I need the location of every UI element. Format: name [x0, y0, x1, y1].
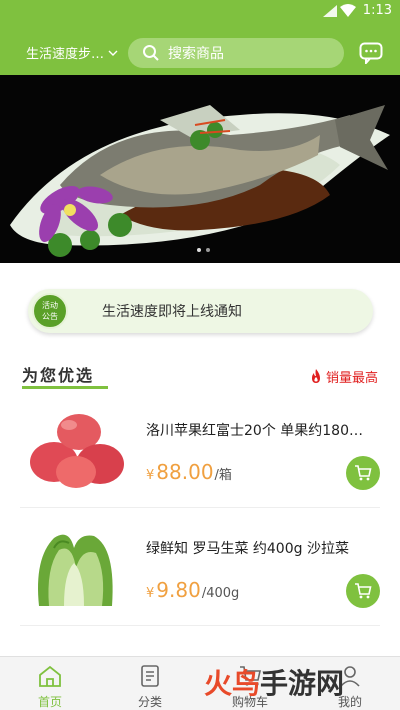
apple-image [24, 410, 128, 490]
pager-dot [197, 248, 201, 252]
watermark-part1: 火鸟 [204, 667, 261, 700]
section-underline [22, 386, 108, 389]
watermark-logo: 火鸟 手游网 [204, 662, 344, 702]
fire-icon [311, 369, 320, 383]
price-value: 88.00 [156, 460, 214, 484]
cart-icon [355, 583, 372, 599]
search-input[interactable]: 搜索商品 [128, 38, 344, 68]
hot-sales-text: 销量最高 [325, 371, 378, 386]
currency-symbol: ¥ [146, 468, 155, 483]
search-icon [143, 45, 159, 61]
tab-category[interactable]: 分类 [100, 657, 200, 710]
banner-pager [197, 248, 210, 252]
badge-line2: 公告 [42, 312, 58, 321]
signal-icon [323, 5, 337, 17]
cart-icon [355, 465, 372, 481]
notice-badge: 活动 公告 [32, 293, 68, 329]
watermark-part2: 手游网 [260, 667, 345, 700]
add-to-cart-button[interactable] [346, 456, 380, 490]
status-time: 1:13 [362, 3, 392, 18]
product-item[interactable]: 绿鲜知 罗马生菜 约400g 沙拉菜 ¥ 9.80 /400g [20, 508, 380, 626]
product-item[interactable]: 洛川苹果红富士20个 单果约180~… ¥ 88.00 /箱 [20, 390, 380, 508]
badge-line1: 活动 [42, 301, 58, 310]
price-unit: /400g [201, 586, 240, 601]
row-divider [20, 625, 380, 626]
chevron-down-icon [108, 50, 118, 56]
product-name: 洛川苹果红富士20个 单果约180~… [146, 423, 374, 439]
location-label: 生活速度步… [26, 47, 105, 62]
category-icon [141, 665, 159, 687]
notice-bar[interactable]: 活动 公告 生活速度即将上线通知 [28, 289, 373, 333]
hot-sales-label[interactable]: 销量最高 [310, 367, 378, 386]
pager-dot [206, 248, 210, 252]
section-title: 为您优选 [22, 366, 95, 385]
product-price: ¥ 9.80 /400g [146, 578, 239, 602]
status-bar: 1:13 [0, 0, 400, 24]
product-name: 绿鲜知 罗马生菜 约400g 沙拉菜 [146, 541, 349, 557]
currency-symbol: ¥ [146, 586, 155, 601]
top-header: 1:13 生活速度步… 搜索商品 [0, 0, 400, 75]
notice-text: 生活速度即将上线通知 [102, 304, 242, 320]
home-icon [39, 665, 61, 687]
promo-banner[interactable] [0, 75, 400, 263]
tab-home-label: 首页 [37, 695, 62, 709]
search-placeholder: 搜索商品 [168, 46, 224, 62]
price-value: 9.80 [156, 578, 201, 602]
location-selector[interactable]: 生活速度步… [26, 43, 118, 62]
wifi-icon [340, 4, 356, 17]
message-icon[interactable] [359, 42, 383, 64]
tab-home[interactable]: 首页 [0, 657, 100, 710]
tab-category-label: 分类 [137, 695, 162, 709]
product-price: ¥ 88.00 /箱 [146, 460, 232, 484]
price-unit: /箱 [214, 468, 232, 483]
fish-dish-image [0, 75, 400, 263]
add-to-cart-button[interactable] [346, 574, 380, 608]
lettuce-image [24, 528, 128, 608]
